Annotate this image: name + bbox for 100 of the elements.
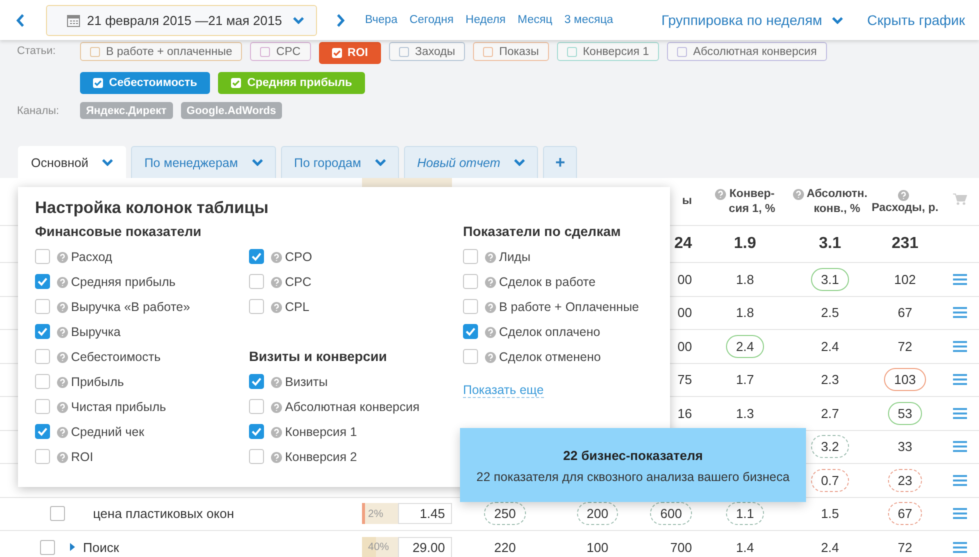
- checkbox[interactable]: [249, 374, 264, 389]
- group-heading: Финансовые показатели: [35, 224, 202, 239]
- grouping-dropdown[interactable]: Группировка по неделям: [661, 12, 844, 28]
- checkbox[interactable]: [249, 424, 264, 439]
- help-icon[interactable]: [57, 377, 68, 388]
- row-checkbox[interactable]: [50, 506, 65, 522]
- help-icon[interactable]: [57, 327, 68, 338]
- table-cell: 2.4: [820, 540, 840, 555]
- metric-chip[interactable]: ROI: [318, 42, 381, 64]
- value-field: 29.00: [398, 536, 452, 557]
- quick-range-link[interactable]: Сегодня: [409, 14, 454, 26]
- checkbox[interactable]: [463, 249, 478, 264]
- help-icon[interactable]: [271, 377, 282, 388]
- menu-icon[interactable]: [952, 542, 966, 553]
- checkbox-icon: [332, 48, 342, 58]
- help-icon[interactable]: [271, 302, 282, 313]
- report-tab[interactable]: По менеджерам: [131, 146, 276, 178]
- report-tab[interactable]: +: [543, 146, 578, 178]
- help-icon[interactable]: [57, 402, 68, 413]
- menu-icon[interactable]: [952, 307, 966, 318]
- menu-icon[interactable]: [952, 508, 966, 520]
- expand-icon[interactable]: [70, 543, 75, 552]
- next-period-icon[interactable]: [337, 14, 345, 26]
- checkbox[interactable]: [35, 399, 50, 414]
- checkbox[interactable]: [35, 299, 50, 314]
- checkbox[interactable]: [35, 374, 50, 389]
- help-icon[interactable]: [714, 188, 726, 200]
- date-range-picker[interactable]: 21 февраля 2015 —21 мая 2015: [46, 4, 317, 36]
- tooltip-text: 22 показателя для сквозного анализа вашего бизнеса: [475, 470, 791, 484]
- help-icon[interactable]: [485, 327, 496, 338]
- help-icon[interactable]: [485, 302, 496, 313]
- checkbox[interactable]: [249, 449, 264, 464]
- column-option-label: Расход: [71, 250, 112, 264]
- checkbox[interactable]: [35, 324, 50, 339]
- checkbox[interactable]: [249, 299, 264, 314]
- hide-chart-link[interactable]: Скрыть график: [867, 12, 965, 28]
- help-icon[interactable]: [271, 402, 282, 413]
- metric-chip[interactable]: CPC: [250, 42, 311, 61]
- menu-icon[interactable]: [952, 274, 966, 285]
- checkbox[interactable]: [463, 349, 478, 364]
- quick-range-link[interactable]: Вчера: [365, 14, 398, 26]
- help-icon[interactable]: [57, 277, 68, 288]
- help-icon[interactable]: [271, 277, 282, 288]
- row-checkbox[interactable]: [40, 540, 55, 555]
- help-icon[interactable]: [57, 252, 68, 263]
- help-icon[interactable]: [57, 302, 68, 313]
- help-icon[interactable]: [271, 427, 282, 438]
- checkbox[interactable]: [249, 399, 264, 414]
- table-cell: 1.9: [734, 235, 756, 252]
- checkbox[interactable]: [35, 424, 50, 439]
- column-header: Абсолютн. конв., %: [806, 186, 868, 216]
- help-icon[interactable]: [271, 452, 282, 463]
- help-icon[interactable]: [57, 427, 68, 438]
- metric-chip[interactable]: Показы: [473, 42, 549, 61]
- table-cell: 72: [898, 540, 912, 555]
- metric-chip[interactable]: Абсолютная конверсия: [667, 42, 827, 61]
- checkbox[interactable]: [463, 274, 478, 289]
- value-field: 1.45: [398, 503, 452, 524]
- checkbox[interactable]: [463, 324, 478, 339]
- quick-range-link[interactable]: Неделя: [466, 14, 506, 26]
- metric-chip[interactable]: Заходы: [389, 42, 466, 61]
- share-bar: 2%: [362, 503, 398, 524]
- channel-chip[interactable]: Google.AdWords: [180, 102, 282, 119]
- help-icon[interactable]: [57, 352, 68, 363]
- checkbox[interactable]: [35, 349, 50, 364]
- checkbox[interactable]: [249, 274, 264, 289]
- help-icon[interactable]: [485, 252, 496, 263]
- checkbox[interactable]: [35, 449, 50, 464]
- metric-chip[interactable]: Средняя прибыль: [218, 72, 366, 94]
- channel-chip[interactable]: Яндекс.Директ: [80, 102, 173, 119]
- table-cell: 53: [888, 402, 922, 425]
- table-cell: 67: [888, 502, 922, 526]
- menu-icon[interactable]: [952, 408, 966, 419]
- help-icon[interactable]: [271, 252, 282, 263]
- help-icon[interactable]: [485, 277, 496, 288]
- checkbox[interactable]: [35, 249, 50, 264]
- quick-range-link[interactable]: 3 месяца: [564, 14, 614, 26]
- help-icon[interactable]: [485, 352, 496, 363]
- report-tab[interactable]: По городам: [280, 146, 400, 178]
- menu-icon[interactable]: [952, 340, 966, 352]
- menu-icon[interactable]: [952, 474, 966, 486]
- checkbox[interactable]: [35, 274, 50, 289]
- previous-period-icon[interactable]: [16, 14, 24, 26]
- checkbox[interactable]: [463, 299, 478, 314]
- report-tab[interactable]: Новый отчет: [404, 146, 538, 178]
- column-option-label: Выручка «В работе»: [71, 300, 190, 314]
- metric-chip[interactable]: В работе + оплаченные: [80, 42, 242, 61]
- quick-range-link[interactable]: Месяц: [518, 14, 552, 26]
- metric-chip[interactable]: Себестоимость: [80, 72, 210, 94]
- checkbox[interactable]: [249, 249, 264, 264]
- table-cell: 2.4: [726, 334, 764, 358]
- help-icon[interactable]: [57, 452, 68, 463]
- column-option-label: Сделок отменено: [499, 350, 601, 364]
- menu-icon[interactable]: [952, 441, 966, 452]
- help-icon[interactable]: [898, 190, 909, 200]
- metric-chip[interactable]: Конверсия 1: [556, 42, 660, 61]
- menu-icon[interactable]: [952, 374, 966, 386]
- report-tab[interactable]: Основной: [18, 146, 126, 178]
- show-more-link[interactable]: Показать еще: [463, 383, 544, 398]
- help-icon[interactable]: [792, 188, 804, 200]
